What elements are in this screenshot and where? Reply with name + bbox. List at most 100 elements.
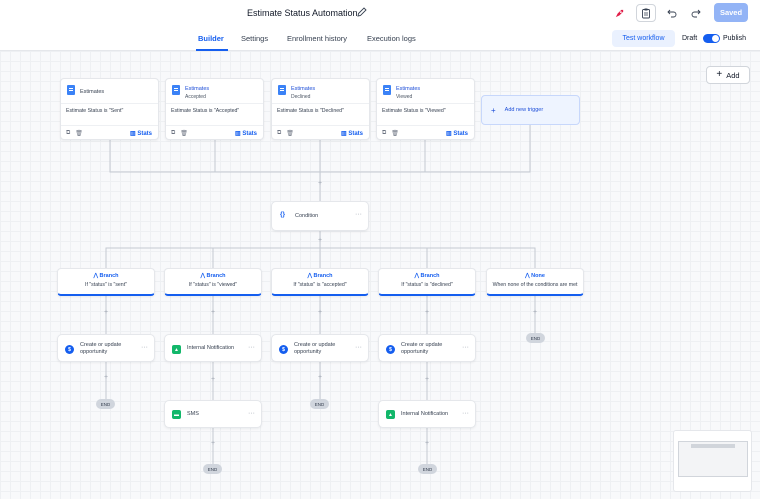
trigger-name: Estimates (185, 86, 210, 92)
trigger-card[interactable]: Estimates Declined Estimate Status is "De… (271, 78, 370, 140)
add-trigger-label: Add new trigger (504, 107, 544, 113)
document-icon (67, 85, 75, 95)
action-label: Create or update opportunity (80, 342, 122, 355)
tab-builder[interactable]: Builder (198, 34, 224, 43)
more-options-icon[interactable]: ··· (248, 344, 255, 351)
test-workflow-button[interactable]: Test workflow (612, 30, 675, 47)
action-node-notification[interactable]: ▲ Internal Notification ··· (378, 400, 476, 428)
action-node-opportunity[interactable]: $ Create or update opportunity ··· (57, 334, 155, 362)
add-step-plus-icon[interactable]: + (316, 374, 324, 382)
copy-icon[interactable]: ⧉ (66, 130, 70, 137)
message-icon: ▬ (172, 410, 181, 419)
stats-link[interactable]: ▥ Stats (130, 130, 152, 137)
publish-toggle[interactable] (703, 34, 720, 43)
trigger-subtitle: Viewed (396, 94, 413, 100)
action-label: SMS (187, 411, 199, 417)
tab-execution-logs[interactable]: Execution logs (367, 34, 416, 43)
branch-condition: If "status" is "accepted" (293, 282, 347, 288)
add-button[interactable]: + Add (706, 66, 750, 84)
stats-link[interactable]: ▥ Stats (446, 130, 468, 137)
branch-node[interactable]: ⋀ Branch If "status" is "accepted" (271, 268, 369, 296)
trash-icon[interactable]: 🗑 (180, 130, 188, 137)
stats-link[interactable]: ▥ Stats (341, 130, 363, 137)
trigger-condition: Estimate Status is "Sent" (66, 108, 124, 114)
end-marker: END (310, 399, 329, 409)
add-step-plus-icon[interactable]: + (209, 376, 217, 384)
add-step-plus-icon[interactable]: + (423, 376, 431, 384)
action-node-opportunity[interactable]: $ Create or update opportunity ··· (378, 334, 476, 362)
plus-icon: + (716, 69, 723, 80)
draft-label: Draft (682, 35, 698, 42)
add-step-plus-icon[interactable]: + (209, 440, 217, 448)
branch-name: ⋀ Branch (414, 273, 440, 279)
more-options-icon[interactable]: ··· (141, 344, 148, 351)
branch-icon: ⋀ (414, 273, 420, 279)
bar-chart-icon: ▥ (129, 131, 136, 137)
branch-name: ⋀ Branch (93, 273, 119, 279)
trash-icon[interactable]: 🗑 (286, 130, 294, 137)
trigger-subtitle: Declined (291, 94, 311, 100)
trigger-name: Estimates (396, 86, 421, 92)
trigger-name: Estimates (291, 86, 316, 92)
pencil-icon[interactable] (357, 7, 367, 17)
trigger-subtitle: Accepted (185, 94, 206, 100)
minimap[interactable] (673, 430, 752, 492)
add-step-plus-icon[interactable]: + (102, 309, 110, 317)
trigger-condition: Estimate Status is "Declined" (277, 108, 344, 114)
action-node-notification[interactable]: ▲ Internal Notification ··· (164, 334, 262, 362)
add-step-plus-icon[interactable]: + (316, 309, 324, 317)
trash-icon[interactable]: 🗑 (391, 130, 399, 137)
condition-node[interactable]: {} Condition ··· (271, 201, 369, 231)
workflow-title[interactable]: Estimate Status Automation (247, 8, 358, 18)
copy-icon[interactable]: ⧉ (382, 130, 386, 137)
action-label: Create or update opportunity (401, 342, 443, 355)
add-step-plus-icon[interactable]: + (423, 309, 431, 317)
action-node-opportunity[interactable]: $ Create or update opportunity ··· (271, 334, 369, 362)
branch-icon: ⋀ (200, 273, 206, 279)
branch-node[interactable]: ⋀ Branch If "status" is "sent" (57, 268, 155, 296)
redo-icon[interactable] (686, 4, 706, 22)
clipboard-icon[interactable] (636, 4, 656, 22)
branch-condition: If "status" is "viewed" (188, 282, 238, 288)
action-node-sms[interactable]: ▬ SMS ··· (164, 400, 262, 428)
rocket-icon[interactable] (609, 4, 629, 22)
branch-condition: When none of the conditions are met (492, 282, 578, 288)
more-options-icon[interactable]: ··· (355, 211, 362, 218)
trigger-card[interactable]: Estimates Estimate Status is "Sent" ⧉ 🗑 ▥… (60, 78, 159, 140)
end-marker: END (203, 464, 222, 474)
add-new-trigger-button[interactable]: + Add new trigger (481, 95, 580, 125)
more-options-icon[interactable]: ··· (355, 344, 362, 351)
copy-icon[interactable]: ⧉ (277, 130, 281, 137)
branch-icon: ⋀ (525, 273, 530, 279)
branch-node-none[interactable]: ⋀ None When none of the conditions are m… (486, 268, 584, 296)
trigger-card[interactable]: Estimates Viewed Estimate Status is "View… (376, 78, 475, 140)
trigger-card[interactable]: Estimates Accepted Estimate Status is "Ac… (165, 78, 264, 140)
end-marker: END (418, 464, 437, 474)
trigger-condition: Estimate Status is "Viewed" (382, 108, 446, 114)
add-step-plus-icon[interactable]: + (102, 374, 110, 382)
tab-settings[interactable]: Settings (241, 34, 268, 43)
top-bar: Estimate Status Automation Saved (0, 0, 760, 26)
saved-button[interactable]: Saved (714, 3, 748, 22)
add-step-plus-icon[interactable]: + (316, 237, 324, 245)
action-label: Internal Notification (187, 345, 235, 351)
add-step-plus-icon[interactable]: + (209, 309, 217, 317)
tab-enrollment-history[interactable]: Enrollment history (287, 34, 347, 43)
undo-icon[interactable] (662, 4, 682, 22)
branch-node[interactable]: ⋀ Branch If "status" is "viewed" (164, 268, 262, 296)
bar-chart-icon: ▥ (234, 131, 241, 137)
add-step-plus-icon[interactable]: + (316, 180, 324, 188)
minimap-viewport[interactable] (678, 441, 748, 477)
trash-icon[interactable]: 🗑 (75, 130, 83, 137)
add-step-plus-icon[interactable]: + (531, 309, 539, 317)
copy-icon[interactable]: ⧉ (171, 130, 175, 137)
branch-node[interactable]: ⋀ Branch If "status" is "declined" (378, 268, 476, 296)
stats-link[interactable]: ▥ Stats (235, 130, 257, 137)
branch-name: ⋀ Branch (307, 273, 333, 279)
bell-icon: ▲ (386, 410, 395, 419)
publish-label: Publish (723, 35, 746, 42)
more-options-icon[interactable]: ··· (248, 410, 255, 417)
add-step-plus-icon[interactable]: + (423, 440, 431, 448)
more-options-icon[interactable]: ··· (462, 344, 469, 351)
more-options-icon[interactable]: ··· (462, 410, 469, 417)
